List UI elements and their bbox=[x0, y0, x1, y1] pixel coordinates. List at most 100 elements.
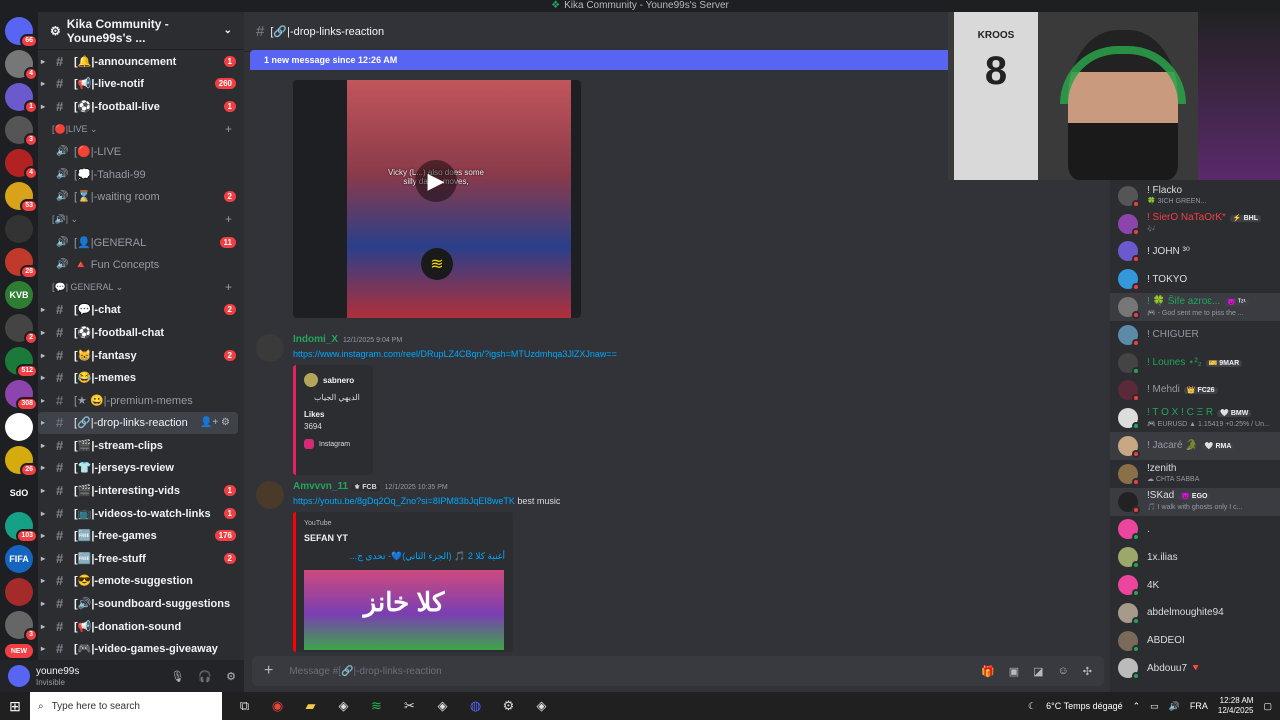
server-icon[interactable]: 28 bbox=[5, 248, 38, 279]
member-item[interactable]: ! 🍀 Ŝife azroɛ... 😈 ᵀᶻ¹ 🎮 - God sent me to… bbox=[1110, 293, 1280, 321]
volume-icon[interactable]: 🔊 bbox=[1169, 701, 1180, 712]
expand-arrow-icon[interactable]: ▸ bbox=[41, 441, 45, 450]
plus-icon[interactable]: + bbox=[264, 662, 273, 680]
spotify-icon[interactable]: ≋ bbox=[360, 698, 393, 714]
expand-arrow-icon[interactable]: ▸ bbox=[41, 396, 45, 405]
server-icon[interactable] bbox=[5, 413, 33, 441]
expand-arrow-icon[interactable]: ▸ bbox=[41, 644, 45, 653]
app-icon[interactable]: ◈ bbox=[525, 698, 558, 714]
expand-arrow-icon[interactable]: ▸ bbox=[41, 531, 45, 540]
network-icon[interactable]: ▭ bbox=[1150, 701, 1159, 712]
channel-item[interactable]: ▸ # [🔔|-announcement 1 bbox=[38, 50, 244, 73]
channel-item[interactable]: ▸ # [💬|-chat 2 bbox=[38, 299, 244, 322]
channel-item[interactable]: 🔊 [⌛|-waiting room 2 bbox=[38, 186, 244, 209]
settings-icon[interactable]: ⚙ bbox=[492, 698, 525, 714]
gif-icon[interactable]: ▣ bbox=[1009, 665, 1019, 678]
member-item[interactable]: !SKad 😈 EGO 🎵 I walk with ghosts only I c.… bbox=[1110, 487, 1280, 516]
channel-item[interactable]: 🔊 🔺 Fun Concepts bbox=[38, 253, 244, 276]
channel-item[interactable]: 🔊 [👤|GENERAL 11 bbox=[38, 231, 244, 254]
server-icon[interactable]: 66 bbox=[5, 17, 38, 48]
server-icon[interactable]: 53 bbox=[5, 182, 38, 213]
server-icon[interactable]: 4 bbox=[5, 50, 38, 81]
expand-arrow-icon[interactable]: ▸ bbox=[41, 57, 45, 66]
message-author[interactable]: Amvvvn_11 bbox=[293, 481, 348, 492]
expand-arrow-icon[interactable]: ▸ bbox=[41, 509, 45, 518]
server-icon[interactable]: 1 bbox=[5, 83, 38, 114]
channel-item[interactable]: ▸ # [🆓|-free-stuff 2 bbox=[38, 547, 244, 570]
avatar[interactable] bbox=[256, 481, 284, 509]
channel-item[interactable]: ▸ # [📺|-videos-to-watch-links 1 bbox=[38, 502, 244, 525]
channel-category[interactable]: [🔴|LIVE ⌄ + bbox=[38, 118, 244, 141]
apps-icon[interactable]: ✣ bbox=[1083, 665, 1092, 678]
server-icon[interactable]: 3 bbox=[5, 116, 38, 147]
expand-arrow-icon[interactable]: ▸ bbox=[41, 351, 45, 360]
member-item[interactable]: ! Jacaré 🐊 🤍 RMA bbox=[1110, 432, 1280, 460]
embed-author[interactable]: SEFAN YT bbox=[304, 533, 505, 543]
channel-category[interactable]: [🔊| ⌄ + bbox=[38, 208, 244, 231]
message-author[interactable]: Indomi_X bbox=[293, 334, 338, 345]
member-item[interactable]: 1x.ilias bbox=[1110, 543, 1280, 571]
channel-item[interactable]: ▸ # [🎮|-video-games-giveaway bbox=[38, 637, 244, 660]
task-view-icon[interactable]: ⧉ bbox=[228, 698, 261, 714]
avatar[interactable] bbox=[256, 334, 284, 362]
expand-arrow-icon[interactable]: ▸ bbox=[41, 576, 45, 585]
channel-settings-icon[interactable]: 👤+ ⚙ bbox=[200, 417, 230, 428]
server-icon[interactable]: 4 bbox=[5, 149, 38, 180]
guild-header[interactable]: ⚙ Kika Community - Youne99s's ... ⌄ bbox=[38, 12, 244, 50]
add-channel-icon[interactable]: + bbox=[225, 212, 232, 226]
clock[interactable]: 12:28 AM 12/4/2025 bbox=[1218, 696, 1254, 716]
member-item[interactable]: ! JOHN ³⁰ bbox=[1110, 238, 1280, 266]
video-embed[interactable]: Vicky (L...) also does some silly dance … bbox=[293, 80, 581, 318]
channel-item[interactable]: ▸ # [😂|-memes bbox=[38, 366, 244, 389]
expand-arrow-icon[interactable]: ▸ bbox=[41, 554, 45, 563]
member-item[interactable]: ! Flacko 🍀 3ICH GREEN... bbox=[1110, 182, 1280, 210]
server-icon[interactable]: NEW bbox=[5, 644, 33, 658]
headphones-icon[interactable]: 🎧 bbox=[198, 670, 212, 683]
expand-arrow-icon[interactable]: ▸ bbox=[41, 599, 45, 608]
server-icon[interactable] bbox=[5, 578, 33, 606]
weather-text[interactable]: 6°C Temps dégagé bbox=[1046, 701, 1122, 711]
server-icon[interactable]: 103 bbox=[5, 512, 38, 543]
emoji-icon[interactable]: ☺ bbox=[1058, 665, 1069, 678]
server-icon[interactable] bbox=[5, 215, 33, 243]
add-channel-icon[interactable]: + bbox=[225, 280, 232, 294]
channel-category[interactable]: [💬| GENERAL ⌄ + bbox=[38, 276, 244, 299]
server-icon[interactable]: 308 bbox=[5, 380, 38, 411]
member-item[interactable]: 4K bbox=[1110, 571, 1280, 599]
message-link[interactable]: https://www.instagram.com/reel/DRupLZ4CB… bbox=[293, 349, 933, 359]
add-channel-icon[interactable]: + bbox=[225, 122, 232, 136]
server-icon[interactable]: 26 bbox=[5, 446, 38, 477]
taskbar-search[interactable]: ⌕ Type here to search bbox=[30, 692, 222, 720]
expand-arrow-icon[interactable]: ▸ bbox=[41, 622, 45, 631]
channel-item[interactable]: ▸ # [🆓|-free-games 176 bbox=[38, 524, 244, 547]
message-link[interactable]: https://youtu.be/8gDq2Oq_Zno?si=8IPM83bJ… bbox=[293, 496, 515, 506]
discord-icon[interactable]: ◍ bbox=[459, 698, 492, 714]
server-icon[interactable]: 2 bbox=[5, 314, 38, 345]
channel-item[interactable]: ▸ # [😸|-fantasy 2 bbox=[38, 344, 244, 367]
server-icon[interactable]: KVB bbox=[5, 281, 33, 309]
expand-arrow-icon[interactable]: ▸ bbox=[41, 328, 45, 337]
channel-item[interactable]: 🔊 [🔴|-LIVE bbox=[38, 140, 244, 163]
app-icon[interactable]: ◈ bbox=[327, 698, 360, 714]
embed-title[interactable]: أغنية كلا 2 🎵 (الجزء الثاني)💙- تحدي ج... bbox=[304, 551, 505, 562]
embed-author[interactable]: sabnero bbox=[323, 376, 354, 385]
channel-item[interactable]: 🔊 [💭|-Tahadi-99 bbox=[38, 163, 244, 186]
channel-item[interactable]: ▸ # [😎|-emote-suggestion bbox=[38, 570, 244, 593]
member-item[interactable]: ! TOKYO bbox=[1110, 265, 1280, 293]
explorer-icon[interactable]: ▰ bbox=[294, 698, 327, 714]
weather-icon[interactable]: ☾ bbox=[1028, 701, 1036, 712]
play-icon[interactable]: ▶ bbox=[415, 160, 457, 202]
chrome-icon[interactable]: ◉ bbox=[261, 698, 294, 714]
message-input[interactable]: + Message #[🔗|-drop-links-reaction 🎁 ▣ ◪… bbox=[252, 656, 1104, 686]
member-item[interactable]: ! Lounes ⋆²₂ 🎫 9MAR bbox=[1110, 349, 1280, 377]
expand-arrow-icon[interactable]: ▸ bbox=[41, 305, 45, 314]
channel-item[interactable]: ▸ # [★ 😀|-premium-memes bbox=[38, 389, 244, 412]
channel-item[interactable]: ▸ # [🎬|-interesting-vids 1 bbox=[38, 479, 244, 502]
server-icon[interactable]: SdO bbox=[5, 479, 33, 507]
channel-item[interactable]: ▸ # [⚽|-football-chat bbox=[38, 321, 244, 344]
channel-item[interactable]: ▸ # [📢|-donation-sound bbox=[38, 615, 244, 638]
video-thumbnail[interactable]: كلا خانز bbox=[304, 570, 504, 650]
member-item[interactable]: . bbox=[1110, 516, 1280, 544]
server-icon[interactable]: FIFA bbox=[5, 545, 33, 573]
channel-item[interactable]: ▸ # [🎬|-stream-clips bbox=[38, 434, 244, 457]
